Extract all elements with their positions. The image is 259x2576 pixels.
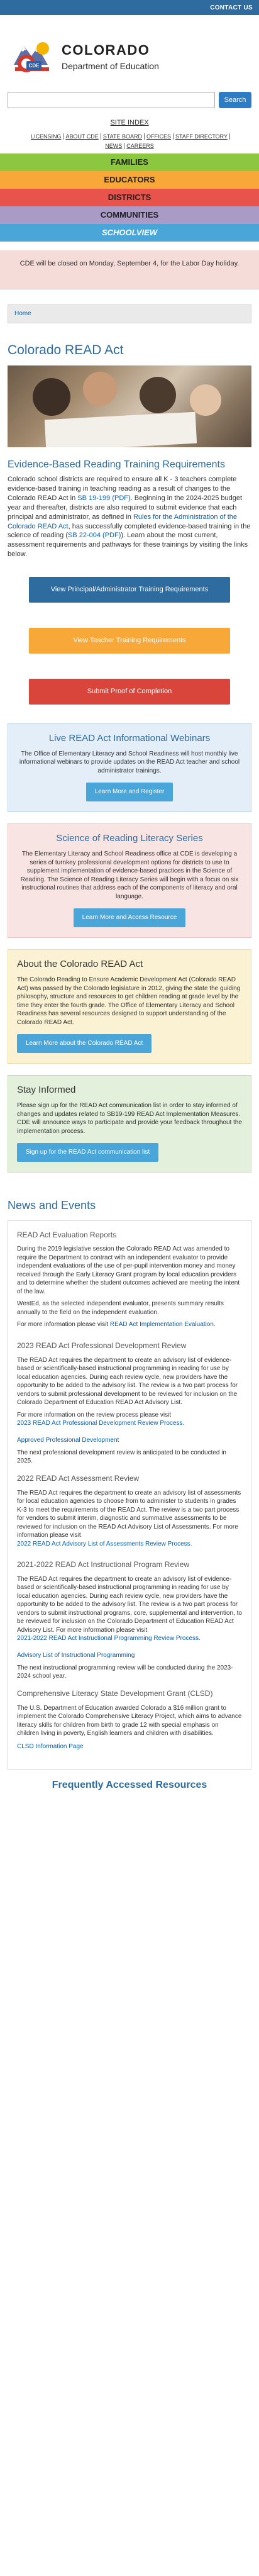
clsd-info-link[interactable]: CLSD Information Page bbox=[17, 1742, 84, 1751]
instructional-review-link[interactable]: 2021-2022 READ Act Instructional Program… bbox=[17, 1634, 201, 1643]
sor-series-panel: Science of Reading Literacy Series The E… bbox=[8, 823, 251, 939]
contact-us-link[interactable]: CONTACT US bbox=[210, 4, 253, 11]
about-title: About the Colorado READ Act bbox=[17, 959, 143, 970]
evaluation-link[interactable]: READ Act Implementation Evaluation. bbox=[110, 1320, 216, 1329]
site-header: CDE COLORADO Department of Education bbox=[0, 15, 259, 89]
news-link-prefix: For more information please visit bbox=[17, 1321, 110, 1329]
news-body-2: The next instructional programming revie… bbox=[17, 1664, 233, 1680]
news-link-line: For more information on the review proce… bbox=[17, 1411, 242, 1432]
webinars-text: The Office of Elementary Literacy and Sc… bbox=[19, 750, 240, 774]
news-body: The U.S. Department of Education awarded… bbox=[17, 1704, 242, 1737]
hero-image bbox=[8, 365, 251, 448]
link-offices[interactable]: OFFICES bbox=[145, 133, 174, 140]
signup-list-button[interactable]: Sign up for the READ Act communication l… bbox=[17, 1143, 159, 1163]
news-body-2: WestEd, as the selected independent eval… bbox=[17, 1300, 224, 1316]
breadcrumb-home[interactable]: Home bbox=[14, 310, 31, 317]
stay-informed-panel: Stay Informed Please sign up for the REA… bbox=[8, 1075, 251, 1173]
news-body-text: The READ Act requires the department to … bbox=[17, 1575, 242, 1634]
sb22-004-link[interactable]: SB 22-004 (PDF) bbox=[68, 532, 121, 539]
news-body-text: The READ Act requires the department to … bbox=[17, 1489, 241, 1539]
logo-text: CDE bbox=[29, 63, 40, 69]
advisory-list-link[interactable]: Advisory List of Instructional Programmi… bbox=[17, 1651, 135, 1660]
training-heading: Evidence-Based Reading Training Requirem… bbox=[8, 459, 225, 471]
about-text: The Colorado Reading to Ensure Academic … bbox=[17, 976, 241, 1026]
admin-training-button[interactable]: View Principal/Administrator Training Re… bbox=[29, 576, 230, 603]
submit-proof-button[interactable]: Submit Proof of Completion bbox=[29, 678, 230, 705]
news-link-prefix: For more information on the review proce… bbox=[17, 1411, 172, 1419]
about-learn-more-button[interactable]: Learn More about the Colorado READ Act bbox=[17, 1034, 152, 1054]
sor-series-title: Science of Reading Literacy Series bbox=[56, 833, 203, 844]
stay-informed-title: Stay Informed bbox=[17, 1084, 76, 1096]
closure-alert: CDE will be closed on Monday, September … bbox=[0, 250, 259, 289]
news-body: The READ Act requires the department to … bbox=[17, 1356, 238, 1407]
link-state-board[interactable]: STATE BOARD bbox=[101, 133, 145, 140]
frequently-accessed-title: Frequently Accessed Resources bbox=[52, 1779, 207, 1790]
sb19-199-link[interactable]: SB 19-199 (PDF) bbox=[77, 494, 130, 502]
brand-line-2: Department of Education bbox=[62, 60, 159, 71]
approved-pd-link[interactable]: Approved Professional Development bbox=[17, 1436, 119, 1445]
utility-links: LICENSING ABOUT CDE STATE BOARD OFFICES STAF… bbox=[0, 130, 259, 153]
link-licensing[interactable]: LICENSING bbox=[28, 133, 64, 140]
stay-informed-text: Please sign up for the READ Act communic… bbox=[17, 1102, 242, 1135]
news-item: Comprehensive Literacy State Development… bbox=[17, 1688, 242, 1755]
main-nav: FAMILIES EDUCATORS DISTRICTS COMMUNITIES… bbox=[0, 153, 259, 242]
search-button[interactable]: Search bbox=[219, 92, 251, 108]
about-read-act-panel: About the Colorado READ Act The Colorado… bbox=[8, 949, 251, 1064]
news-heading: 2021-2022 READ Act Instructional Program… bbox=[17, 1560, 190, 1570]
nav-districts[interactable]: DISTRICTS bbox=[0, 189, 259, 206]
training-text: Colorado school districts are required t… bbox=[8, 475, 251, 559]
link-staff-directory[interactable]: STAFF DIRECTORY bbox=[174, 133, 231, 140]
search-bar: Search bbox=[0, 92, 259, 113]
link-about-cde[interactable]: ABOUT CDE bbox=[63, 133, 101, 140]
nav-educators[interactable]: EDUCATORS bbox=[0, 171, 259, 189]
news-body: The READ Act requires the department to … bbox=[17, 1489, 242, 1553]
news-events-title: News and Events bbox=[8, 1199, 96, 1212]
sor-series-button[interactable]: Learn More and Access Resource bbox=[73, 908, 186, 928]
top-utility-bar: CONTACT US bbox=[0, 0, 259, 15]
pd-review-process-link[interactable]: 2023 READ Act Professional Development R… bbox=[17, 1419, 184, 1428]
sor-series-text: The Elementary Literacy and School Readi… bbox=[20, 850, 239, 900]
brand-line-1: COLORADO bbox=[62, 42, 150, 58]
nav-schoolview[interactable]: SCHOOLVIEW bbox=[0, 224, 259, 242]
link-news[interactable]: NEWS bbox=[103, 143, 125, 149]
news-item: 2022 READ Act Assessment Review The READ… bbox=[17, 1473, 242, 1552]
news-heading: READ Act Evaluation Reports bbox=[17, 1230, 117, 1239]
search-input[interactable] bbox=[8, 92, 215, 108]
news-item: 2021-2022 READ Act Instructional Program… bbox=[17, 1559, 242, 1681]
news-body: The READ Act requires the department to … bbox=[17, 1575, 242, 1647]
news-heading: 2023 READ Act Professional Development R… bbox=[17, 1341, 187, 1350]
nav-communities[interactable]: COMMUNITIES bbox=[0, 206, 259, 224]
nav-families[interactable]: FAMILIES bbox=[0, 153, 259, 171]
news-link-line: For more information please visit READ A… bbox=[17, 1320, 242, 1333]
news-body: During the 2019 legislative session the … bbox=[17, 1246, 240, 1295]
news-heading: Comprehensive Literacy State Development… bbox=[17, 1688, 213, 1698]
webinars-title: Live READ Act Informational Webinars bbox=[48, 732, 211, 744]
news-body-2: The next professional development review… bbox=[17, 1449, 226, 1465]
breadcrumb: Home bbox=[8, 304, 251, 323]
teacher-training-button[interactable]: View Teacher Training Requirements bbox=[29, 627, 230, 654]
page-title: Colorado READ Act bbox=[8, 343, 124, 357]
news-list: READ Act Evaluation Reports During the 2… bbox=[8, 1220, 251, 1770]
site-index-link[interactable]: SITE INDEX bbox=[0, 118, 259, 130]
news-item: 2023 READ Act Professional Development R… bbox=[17, 1341, 242, 1466]
webinars-panel: Live READ Act Informational Webinars The… bbox=[8, 723, 251, 813]
department-name: COLORADO Department of Education bbox=[62, 41, 159, 72]
webinars-register-button[interactable]: Learn More and Register bbox=[85, 783, 174, 802]
link-careers[interactable]: CAREERS bbox=[124, 143, 156, 149]
colorado-logo-icon[interactable]: CDE bbox=[13, 35, 57, 79]
news-heading: 2022 READ Act Assessment Review bbox=[17, 1473, 140, 1483]
news-item: READ Act Evaluation Reports During the 2… bbox=[17, 1230, 242, 1333]
assessment-review-link[interactable]: 2022 READ Act Advisory List of Assessmen… bbox=[17, 1540, 192, 1549]
